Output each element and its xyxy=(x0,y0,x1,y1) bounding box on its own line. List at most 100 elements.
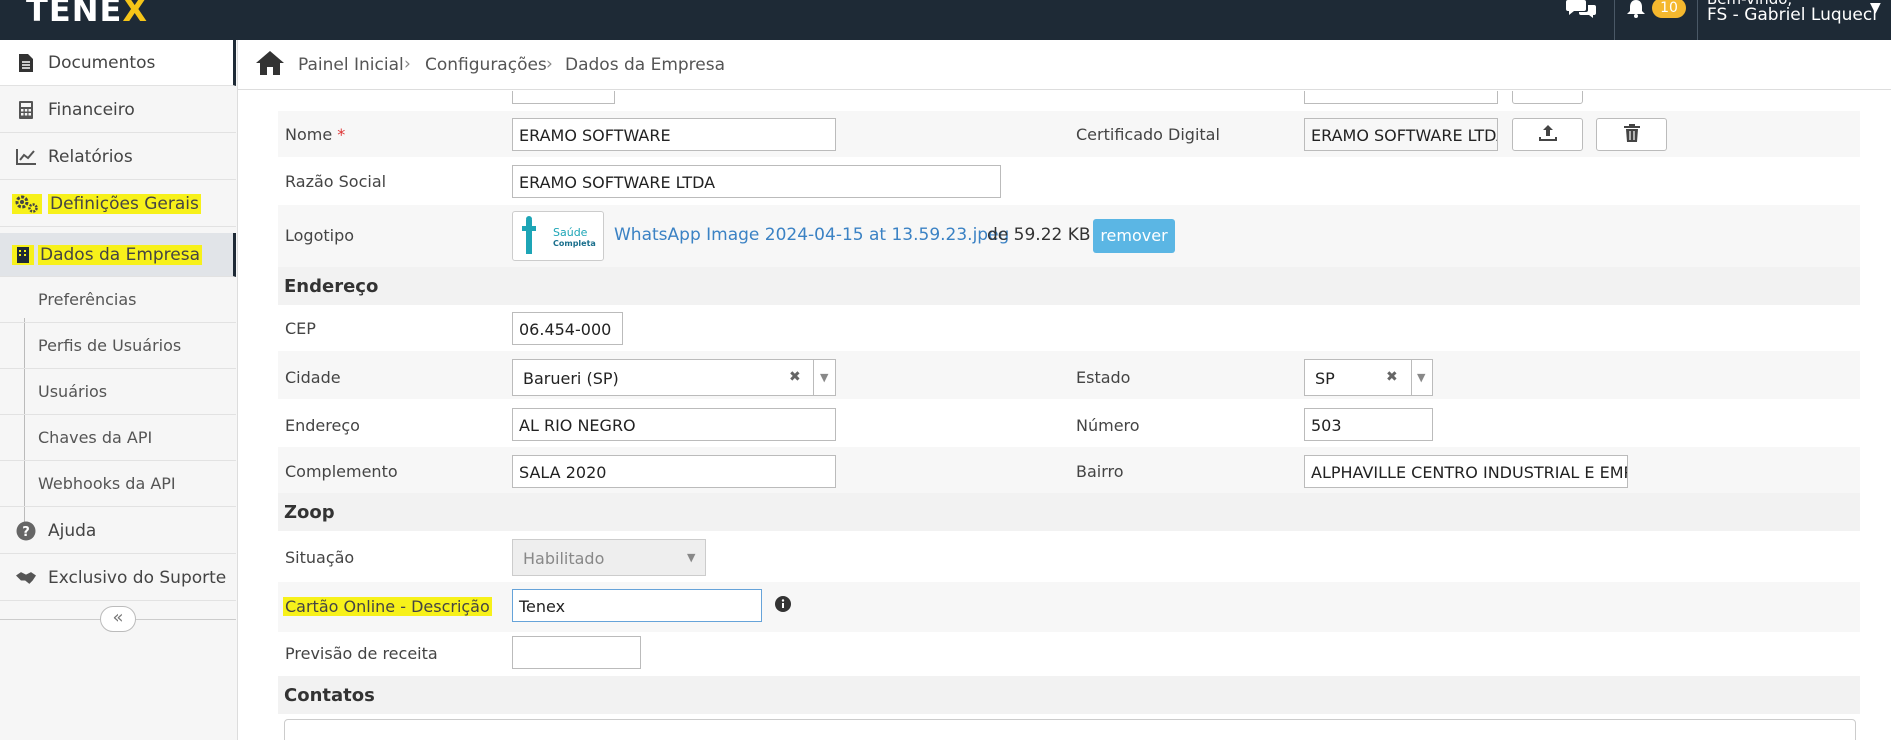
user-name[interactable]: FS - Gabriel Luqueci xyxy=(1707,5,1877,25)
complemento-input[interactable]: SALA 2020 xyxy=(512,455,836,488)
sidebar-item-ajuda[interactable]: ? Ajuda xyxy=(0,508,236,554)
calculator-icon xyxy=(16,100,36,120)
divider xyxy=(813,360,814,395)
caret-down-icon[interactable]: ▼ xyxy=(1870,0,1881,16)
partial-button[interactable] xyxy=(1512,91,1583,104)
bairro-input[interactable]: ALPHAVILLE CENTRO INDUSTRIAL E EMPRESARI… xyxy=(1304,455,1628,488)
contacts-panel xyxy=(284,719,1856,740)
clear-icon[interactable]: ✖ xyxy=(789,369,801,385)
complemento-label: Complemento xyxy=(285,462,398,481)
estado-label: Estado xyxy=(1076,368,1131,387)
sidebar-item-label: Ajuda xyxy=(48,520,97,541)
cep-input[interactable]: 06.454-000 xyxy=(512,312,623,345)
sidebar-item-dados-da-empresa[interactable]: Dados da Empresa xyxy=(0,233,236,277)
logo-file-link[interactable]: WhatsApp Image 2024-04-15 at 13.59.23.jp… xyxy=(614,225,1009,245)
cep-label: CEP xyxy=(285,319,316,338)
cidade-select[interactable]: Barueri (SP) ✖ ▼ xyxy=(512,359,836,396)
sidebar-subitem-label: Webhooks da API xyxy=(38,474,176,493)
info-icon[interactable] xyxy=(775,596,791,616)
delete-certificate-button[interactable] xyxy=(1596,118,1667,151)
trash-icon xyxy=(1623,123,1640,146)
certificado-input: ERAMO SOFTWARE LTDA xyxy=(1304,118,1498,151)
sidebar-subitem-label: Preferências xyxy=(38,290,137,309)
sidebar-item-label: Dados da Empresa xyxy=(38,244,203,265)
upload-icon xyxy=(1538,124,1557,145)
sidebar-item-label: Exclusivo do Suporte xyxy=(48,567,227,588)
certificado-label: Certificado Digital xyxy=(1076,125,1220,144)
partial-select[interactable] xyxy=(512,91,615,104)
sidebar-subitem-chaves-da-api[interactable]: Chaves da API xyxy=(0,416,236,461)
divider xyxy=(1411,360,1412,395)
nome-label: Nome * xyxy=(285,125,346,144)
sidebar-subitem-webhooks-da-api[interactable]: Webhooks da API xyxy=(0,462,236,507)
situacao-label: Situação xyxy=(285,548,355,567)
estado-value: SP xyxy=(1315,369,1335,388)
chevron-down-icon[interactable]: ▼ xyxy=(1417,371,1425,384)
cartao-online-label: Cartão Online - Descrição xyxy=(283,597,492,616)
home-icon[interactable] xyxy=(256,51,284,80)
chevron-down-icon: ▼ xyxy=(687,551,696,564)
nome-input[interactable]: ERAMO SOFTWARE xyxy=(512,118,836,151)
logotipo-label: Logotipo xyxy=(285,226,355,245)
sidebar-item-label: Relatórios xyxy=(48,146,133,167)
clear-icon[interactable]: ✖ xyxy=(1386,369,1398,385)
cidade-label: Cidade xyxy=(285,368,341,387)
notification-badge[interactable]: 10 xyxy=(1652,0,1686,18)
endereco-section-title: Endereço xyxy=(278,267,1860,305)
sidebar-item-documentos[interactable]: Documentos xyxy=(0,40,236,86)
chart-line-icon xyxy=(16,147,36,167)
logo-file-size: de 59.22 KB xyxy=(987,225,1091,245)
cidade-value: Barueri (SP) xyxy=(523,369,619,388)
chevron-down-icon[interactable]: ▼ xyxy=(820,371,828,384)
sidebar-item-definicoes-gerais[interactable]: Definições Gerais xyxy=(0,181,236,227)
tenex-logo[interactable]: TENEX xyxy=(26,0,148,29)
endereco-label: Endereço xyxy=(285,416,360,435)
question-icon: ? xyxy=(16,521,36,541)
logo-brand-line2: Completa xyxy=(553,239,596,248)
situacao-select: Habilitado ▼ xyxy=(512,539,706,576)
numero-input[interactable]: 503 xyxy=(1304,408,1433,441)
sidebar-item-relatorios[interactable]: Relatórios xyxy=(0,134,236,180)
sidebar-subitem-label: Usuários xyxy=(38,382,108,401)
document-icon xyxy=(16,53,36,73)
remove-logo-button[interactable]: remover xyxy=(1093,219,1175,253)
bairro-label: Bairro xyxy=(1076,462,1124,481)
sidebar-item-label: Definições Gerais xyxy=(48,193,201,214)
divider xyxy=(1697,0,1698,40)
situacao-value: Habilitado xyxy=(523,549,605,568)
chat-icon[interactable] xyxy=(1566,0,1596,22)
razao-social-input[interactable]: ERAMO SOFTWARE LTDA xyxy=(512,165,1001,198)
svg-text:?: ? xyxy=(22,525,30,540)
logo-thumbnail: Saúde Completa xyxy=(512,211,604,261)
sidebar-subitem-perfis-de-usuarios[interactable]: Perfis de Usuários xyxy=(0,324,236,369)
sidebar-subitem-label: Chaves da API xyxy=(38,428,153,447)
sidebar: Documentos Financeiro Relatórios Definiç… xyxy=(0,40,238,740)
cartao-online-input[interactable]: Tenex xyxy=(512,589,762,622)
zoop-section-title: Zoop xyxy=(278,493,1860,531)
building-icon xyxy=(12,244,34,265)
top-bar: TENEX 10 Bem-vindo, FS - Gabriel Luqueci… xyxy=(0,0,1891,40)
logo-brand-line1: Saúde xyxy=(553,226,588,239)
collapse-sidebar-button[interactable]: « xyxy=(100,606,136,632)
handshake-icon xyxy=(16,568,36,588)
sidebar-subitem-usuarios[interactable]: Usuários xyxy=(0,370,236,415)
breadcrumb-separator: › xyxy=(546,54,553,74)
sidebar-subitem-preferencias[interactable]: Preferências xyxy=(0,278,236,323)
partial-field[interactable] xyxy=(1304,91,1498,104)
endereco-input[interactable]: AL RIO NEGRO xyxy=(512,408,836,441)
breadcrumb-dados-da-empresa: Dados da Empresa xyxy=(565,55,726,75)
previsao-receita-input[interactable] xyxy=(512,636,641,669)
estado-select[interactable]: SP ✖ ▼ xyxy=(1304,359,1433,396)
upload-certificate-button[interactable] xyxy=(1512,118,1583,151)
bell-icon[interactable] xyxy=(1626,0,1646,22)
sidebar-subitem-label: Perfis de Usuários xyxy=(38,336,182,355)
breadcrumb-configuracoes[interactable]: Configurações xyxy=(425,55,547,75)
breadcrumb-painel-inicial[interactable]: Painel Inicial xyxy=(298,55,404,75)
sidebar-item-label: Financeiro xyxy=(48,99,135,120)
company-form: Nome * ERAMO SOFTWARE Certificado Digita… xyxy=(238,91,1891,740)
sidebar-item-financeiro[interactable]: Financeiro xyxy=(0,87,236,133)
contatos-section-title: Contatos xyxy=(278,676,1860,714)
numero-label: Número xyxy=(1076,416,1140,435)
sidebar-item-exclusivo-do-suporte[interactable]: Exclusivo do Suporte xyxy=(0,555,236,601)
breadcrumb-separator: › xyxy=(404,54,411,74)
